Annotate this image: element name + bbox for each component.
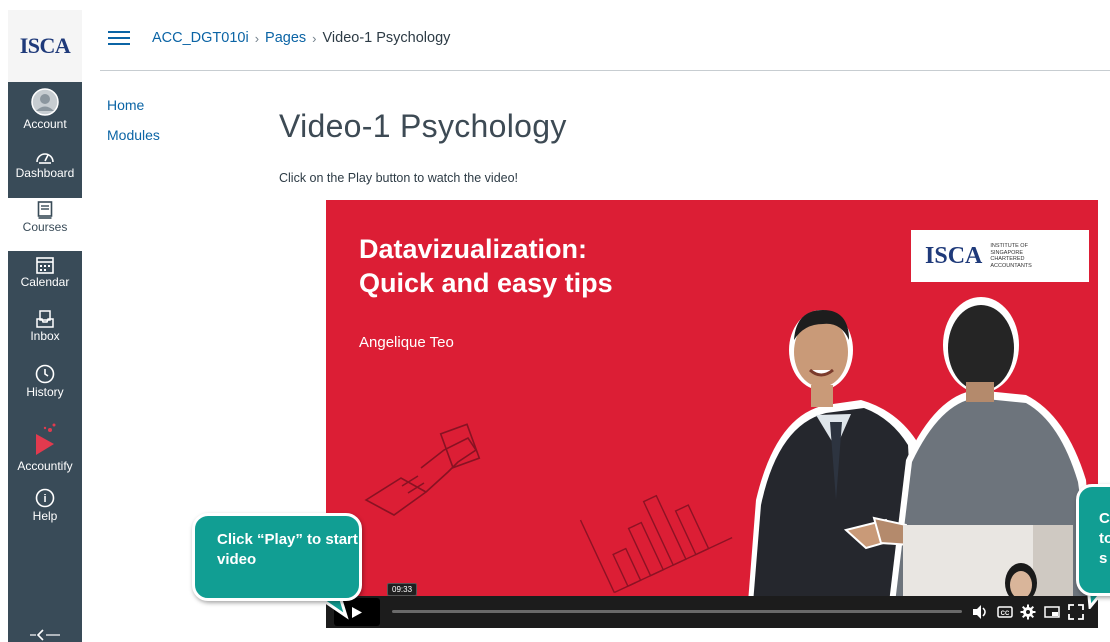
picture-in-picture-icon[interactable] [1044, 604, 1060, 620]
courses-icon [37, 201, 53, 219]
nav-item-label: Account [23, 117, 67, 131]
hamburger-menu-icon[interactable] [108, 29, 130, 47]
account-icon [31, 88, 59, 116]
nav-item-history[interactable]: History [8, 364, 82, 399]
dashboard-icon [36, 153, 54, 164]
nav-item-label: Courses [22, 220, 68, 234]
play-icon [352, 606, 362, 618]
inbox-icon [36, 310, 54, 328]
global-nav: ISCA Account Dashboard Courses Calendar … [8, 10, 82, 642]
instructions-text: Click on the Play button to watch the vi… [279, 171, 519, 185]
course-nav-modules[interactable]: Modules [107, 127, 160, 143]
svg-text:CC: CC [1001, 611, 1010, 617]
page-header: ACC_DGT010i › Pages › Video-1 Psychology [100, 10, 1110, 71]
logo-text: ISCA [19, 33, 71, 58]
nav-item-account[interactable]: Account [8, 88, 82, 131]
accountify-icon [36, 423, 56, 455]
isca-logo[interactable]: ISCA [8, 10, 82, 82]
video-presenter: Angelique Teo [359, 334, 454, 351]
svg-text:i: i [43, 493, 46, 505]
nav-item-courses[interactable]: Courses [8, 198, 82, 251]
video-player[interactable]: Datavizualization: Quick and easy tips A… [326, 200, 1098, 628]
video-isca-logo: ISCA Institute of Singapore Chartered Ac… [911, 230, 1089, 282]
video-logo-text: ISCA [925, 242, 983, 269]
course-nav-home[interactable]: Home [107, 97, 160, 113]
nav-item-label: History [26, 385, 64, 399]
volume-icon[interactable] [972, 604, 988, 620]
nav-item-calendar[interactable]: Calendar [8, 256, 82, 289]
video-controls: 09:33 CC [326, 583, 1098, 628]
breadcrumb-current: Video-1 Psychology [322, 30, 451, 46]
nav-item-label: Inbox [30, 329, 60, 343]
nav-item-label: Calendar [20, 275, 70, 289]
collapse-nav-icon[interactable] [30, 628, 60, 642]
video-title-line: Quick and easy tips [359, 268, 613, 298]
callout-play-instruction: Click “Play” to start video [192, 513, 362, 601]
time-tooltip: 09:33 [387, 583, 418, 596]
course-nav: Home Modules [107, 97, 160, 157]
nav-item-accountify[interactable]: Accountify [8, 422, 82, 473]
nav-item-label: Help [32, 509, 58, 523]
nav-item-help[interactable]: i Help [8, 488, 82, 523]
captions-icon[interactable]: CC [997, 604, 1013, 620]
nav-item-label: Dashboard [15, 166, 75, 180]
breadcrumb-separator-icon: › [254, 30, 260, 46]
nav-item-label: Accountify [17, 459, 73, 473]
video-title: Datavizualization: Quick and easy tips [359, 232, 689, 300]
nav-item-dashboard[interactable]: Dashboard [8, 149, 82, 180]
video-title-line: Datavizualization: [359, 234, 588, 264]
breadcrumb-separator-icon: › [312, 30, 317, 46]
breadcrumb-course[interactable]: ACC_DGT010i [152, 30, 249, 46]
callout-fullscreen-instruction: C to s [1076, 484, 1110, 596]
breadcrumb-pages[interactable]: Pages [265, 30, 306, 46]
page-title: Video-1 Psychology [279, 108, 567, 144]
history-icon [35, 364, 55, 384]
video-logo-subtext: Institute of Singapore Chartered Account… [990, 243, 1032, 269]
progress-bar[interactable] [392, 610, 962, 613]
help-icon: i [35, 488, 55, 508]
calendar-icon [36, 257, 54, 274]
nav-item-inbox[interactable]: Inbox [8, 310, 82, 343]
breadcrumb: ACC_DGT010i › Pages › Video-1 Psychology [152, 30, 450, 46]
settings-gear-icon[interactable] [1020, 604, 1036, 620]
